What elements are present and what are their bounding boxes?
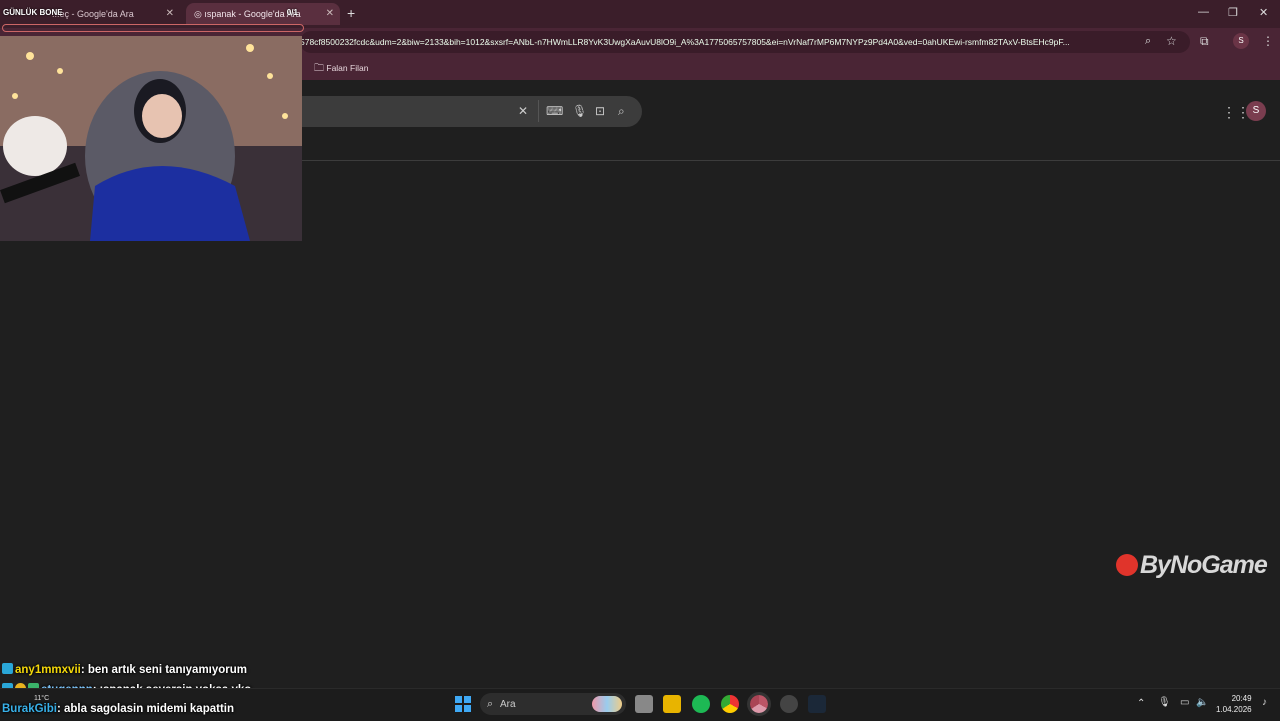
- bookmark-folder[interactable]: 🗀 Falan Filan: [314, 61, 368, 78]
- chrome-profile-icon[interactable]: [747, 692, 771, 716]
- spotify-icon[interactable]: [692, 695, 710, 713]
- tray-expand-icon[interactable]: ⌃: [1137, 698, 1145, 709]
- taskbar-search[interactable]: ⌕ Ara: [480, 693, 626, 715]
- search-input[interactable]: [290, 96, 642, 127]
- logo-mark-icon: [1116, 554, 1138, 576]
- webcam-image: [0, 36, 302, 241]
- stream-badge: GÜNLÜK BONE 0/1: [3, 8, 298, 17]
- chrome-icon[interactable]: [721, 695, 739, 713]
- results-divider: [300, 160, 1280, 161]
- restore-button[interactable]: ❐: [1228, 6, 1238, 19]
- sponsor-logo: ByNoGame: [1116, 551, 1268, 580]
- chat-message: any1mmxvii: ben artık seni tanıyamıyorum: [2, 663, 247, 676]
- app-circle-icon[interactable]: [780, 695, 798, 713]
- weather-widget[interactable]: 11°C: [34, 695, 49, 702]
- microphone-icon[interactable]: 🎙: [572, 104, 587, 118]
- google-account-avatar[interactable]: S: [1246, 101, 1266, 121]
- zoom-icon[interactable]: ⌕: [1145, 35, 1151, 48]
- clock-date: 1.04.2026: [1216, 705, 1252, 714]
- lens-icon[interactable]: ⊡: [595, 104, 605, 118]
- volume-icon[interactable]: 🔈: [1196, 697, 1208, 708]
- search-icon: ⌕: [487, 698, 494, 710]
- folder-icon: 🗀: [314, 63, 324, 74]
- search-highlight-icon: [592, 696, 622, 712]
- clock-time: 20:49: [1231, 694, 1252, 703]
- chat-username: BurakGibi: [2, 703, 57, 715]
- stream-badge-label: GÜNLÜK BONE: [3, 8, 63, 17]
- chat-text: : ben artık seni tanıyamıyorum: [80, 664, 248, 676]
- taskbar-search-label: Ara: [499, 699, 516, 710]
- minimize-button[interactable]: —: [1198, 6, 1209, 18]
- bookmark-folder-label: Falan Filan: [326, 63, 369, 73]
- chat-text: : abla sagolasin midemi kapattin: [56, 703, 234, 715]
- stream-badge-count: 0/1: [286, 8, 298, 17]
- steam-icon[interactable]: [808, 695, 826, 713]
- start-button-icon[interactable]: [455, 696, 471, 712]
- file-explorer-icon[interactable]: [663, 695, 681, 713]
- chat-username: any1mmxvii: [15, 664, 81, 676]
- address-bar[interactable]: 578cf8500232fcdc&udm=2&biw=2133&bih=1012…: [300, 31, 1190, 53]
- stream-progress-bar: [2, 24, 304, 32]
- keyboard-icon[interactable]: ⌨: [546, 104, 563, 118]
- weather-temp: 11°C: [34, 695, 50, 702]
- microphone-icon[interactable]: 🎙: [1158, 697, 1171, 708]
- extensions-icon[interactable]: ⧉: [1200, 34, 1209, 49]
- notification-bell-icon[interactable]: ♪: [1262, 697, 1267, 708]
- search-divider: [538, 100, 539, 122]
- search-icon[interactable]: ⌕: [618, 104, 625, 119]
- network-icon[interactable]: ▭: [1180, 697, 1189, 708]
- chat-message: BurakGibi: abla sagolasin midemi kapatti…: [2, 703, 234, 715]
- profile-avatar[interactable]: S: [1233, 33, 1249, 49]
- logo-text: ByNoGame: [1140, 551, 1268, 579]
- close-window-button[interactable]: ✕: [1259, 6, 1268, 19]
- address-text: 578cf8500232fcdc&udm=2&biw=2133&bih=1012…: [300, 37, 1070, 47]
- tab-close-icon[interactable]: ✕: [326, 3, 334, 25]
- clock[interactable]: 20:49 1.04.2026: [1216, 693, 1252, 715]
- new-tab-button[interactable]: +: [347, 5, 355, 21]
- bookmark-star-icon[interactable]: ☆: [1166, 34, 1177, 48]
- menu-kebab-icon[interactable]: ⋮: [1262, 34, 1274, 48]
- platform-badge-icon: [2, 663, 13, 674]
- task-view-icon[interactable]: [635, 695, 653, 713]
- clear-icon[interactable]: ✕: [518, 104, 528, 118]
- webcam-overlay: [0, 36, 302, 241]
